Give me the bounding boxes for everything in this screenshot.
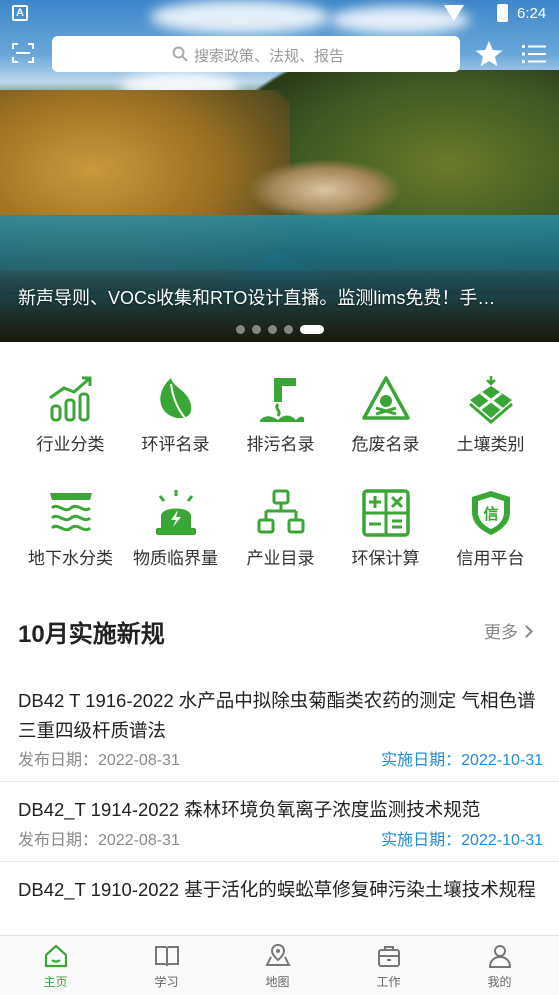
chevron-right-icon <box>520 625 533 638</box>
category-label: 土壤类别 <box>456 435 525 454</box>
category-label: 行业分类 <box>36 435 105 454</box>
map-pin-icon <box>264 943 291 966</box>
status-bar: A 6:24 <box>0 0 559 28</box>
category-label: 环评名录 <box>141 435 210 454</box>
category-label: 排污名录 <box>246 435 315 454</box>
status-time: 6:24 <box>517 5 547 22</box>
news-effective-date: 实施日期：2022-10-31 <box>381 832 543 849</box>
nav-label: 工作 <box>376 975 401 989</box>
search-icon <box>172 46 188 62</box>
category-label: 产业目录 <box>246 549 315 568</box>
org-tree-icon <box>257 489 304 534</box>
bar-growth-icon <box>48 376 91 422</box>
pagination-dot-active[interactable] <box>300 324 324 334</box>
discharge-pipe-icon <box>259 378 304 422</box>
category-label: 地下水分类 <box>28 549 113 568</box>
nav-label: 主页 <box>43 975 68 989</box>
banner-image-village <box>250 160 400 220</box>
svg-text:信: 信 <box>483 505 498 523</box>
nav-profile[interactable]: 我的 <box>444 936 555 995</box>
top-bar: 搜索政策、法规、报告 <box>0 34 559 74</box>
news-title: DB42 T 1916-2022 水产品中拟除虫菊酯类农药的测定 气相色谱三重四… <box>18 690 536 741</box>
more-label: 更多 <box>484 623 518 642</box>
nav-label: 学习 <box>154 975 179 989</box>
pagination-dot[interactable] <box>252 324 261 334</box>
category-label: 危废名录 <box>351 435 420 454</box>
nav-label: 我的 <box>487 975 512 989</box>
category-credit-platform[interactable]: 信 信用平台 <box>438 476 543 576</box>
scan-icon[interactable] <box>12 42 34 64</box>
menu-list-icon[interactable] <box>522 43 546 65</box>
news-effective-date: 实施日期：2022-10-31 <box>381 752 543 769</box>
more-link[interactable]: 更多 <box>484 618 533 643</box>
nav-study[interactable]: 学习 <box>111 936 222 995</box>
hero-banner[interactable]: A 6:24 搜索政策、法规、报告 新声导则、VOCs收集和RTO设计直播。监测… <box>0 0 559 342</box>
briefcase-icon <box>377 946 400 967</box>
category-label: 环保计算 <box>351 549 420 568</box>
news-title: DB42_T 1910-2022 基于活化的蜈蚣草修复砷污染土壤技术规程 <box>18 879 536 900</box>
pagination-dot[interactable] <box>268 324 277 334</box>
battery-icon <box>497 4 508 22</box>
news-item[interactable]: DB42 T 1916-2022 水产品中拟除虫菊酯类农药的测定 气相色谱三重四… <box>0 686 559 782</box>
soil-grid-icon <box>468 376 513 424</box>
notification-a-icon: A <box>12 5 28 21</box>
pagination-dot[interactable] <box>236 324 245 334</box>
news-published-date: 发布日期：2022-08-31 <box>18 832 180 849</box>
category-label: 信用平台 <box>456 549 525 568</box>
water-waves-icon <box>49 493 92 532</box>
news-title: DB42_T 1914-2022 森林环境负氧离子浓度监测技术规范 <box>18 799 481 820</box>
hazard-triangle-icon <box>361 376 410 420</box>
nav-work[interactable]: 工作 <box>333 936 444 995</box>
category-hazardous-waste[interactable]: 危废名录 <box>333 362 438 462</box>
search-input[interactable]: 搜索政策、法规、报告 <box>52 36 460 72</box>
book-icon <box>154 946 179 967</box>
category-eia-list[interactable]: 环评名录 <box>123 362 228 462</box>
section-title: 10月实施新规 <box>18 621 165 648</box>
leaf-icon <box>159 378 191 419</box>
category-eco-calculator[interactable]: 环保计算 <box>333 476 438 576</box>
search-placeholder: 搜索政策、法规、报告 <box>194 48 345 65</box>
home-icon <box>44 944 67 968</box>
banner-caption[interactable]: 新声导则、VOCs收集和RTO设计直播。监测lims免费！手… <box>0 278 559 318</box>
wifi-icon <box>444 5 464 21</box>
category-discharge-list[interactable]: 排污名录 <box>228 362 333 462</box>
news-item[interactable]: DB42_T 1910-2022 基于活化的蜈蚣草修复砷污染土壤技术规程 <box>0 875 559 935</box>
shield-credit-icon: 信 <box>471 491 510 535</box>
bottom-navigation: 主页 学习 地图 工作 我的 <box>0 935 559 995</box>
category-substance-threshold[interactable]: 物质临界量 <box>123 476 228 576</box>
category-groundwater[interactable]: 地下水分类 <box>18 476 123 576</box>
pagination-dot[interactable] <box>284 324 293 334</box>
news-item[interactable]: DB42_T 1914-2022 森林环境负氧离子浓度监测技术规范 发布日期：2… <box>0 795 559 862</box>
alarm-light-icon <box>155 490 196 535</box>
category-industry[interactable]: 行业分类 <box>18 362 123 462</box>
news-published-date: 发布日期：2022-08-31 <box>18 752 180 769</box>
user-icon <box>488 945 511 968</box>
favorite-star-icon[interactable] <box>474 39 504 69</box>
nav-label: 地图 <box>265 975 290 989</box>
nav-home[interactable]: 主页 <box>0 936 111 995</box>
category-industry-catalog[interactable]: 产业目录 <box>228 476 333 576</box>
banner-pagination <box>236 324 324 334</box>
calculator-icon <box>361 489 410 537</box>
category-soil-types[interactable]: 土壤类别 <box>438 362 543 462</box>
category-label: 物质临界量 <box>133 549 218 568</box>
nav-map[interactable]: 地图 <box>222 936 333 995</box>
